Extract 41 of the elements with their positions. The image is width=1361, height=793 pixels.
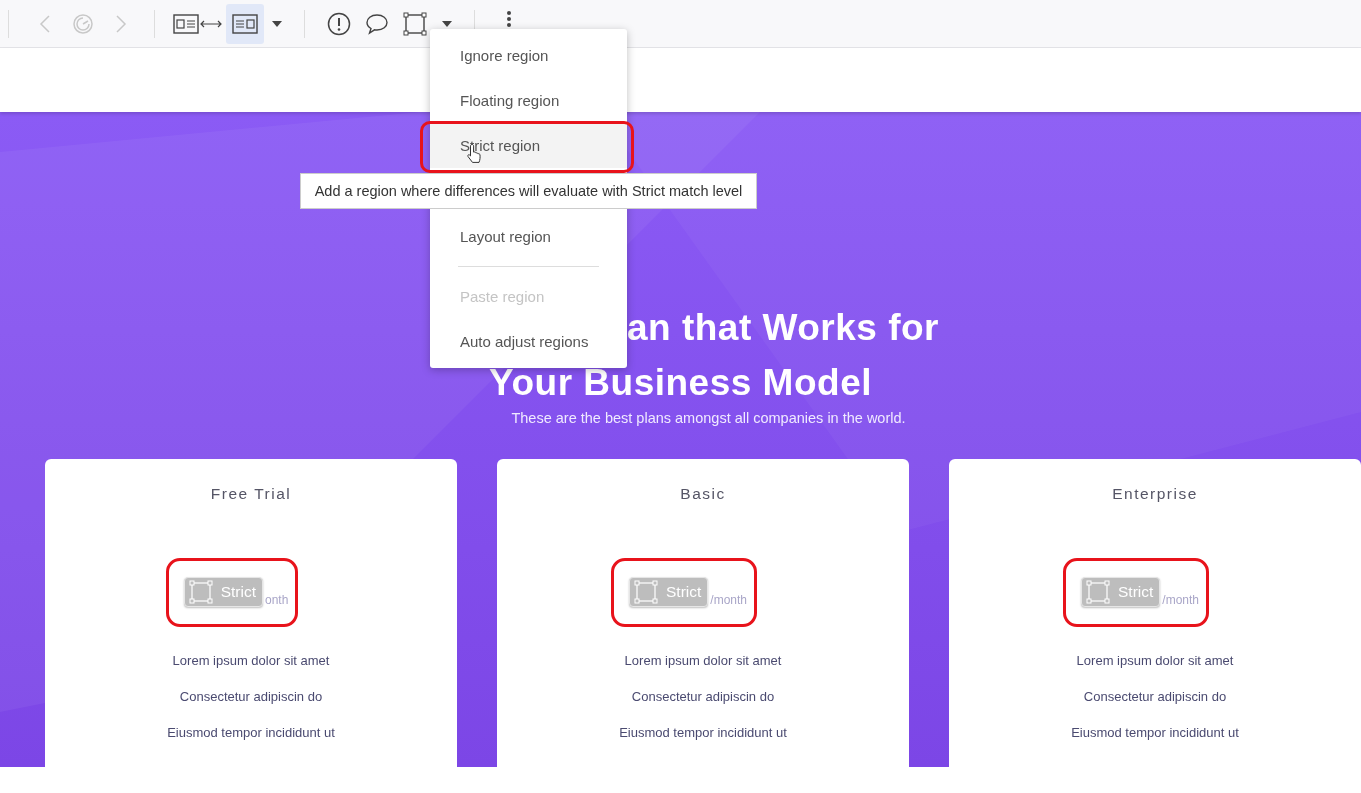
refresh-icon [72, 12, 94, 35]
tooltip: Add a region where differences will evaluate with Strict match level [300, 173, 757, 209]
price-period: /month [710, 593, 747, 607]
plan-feature: Lorem ipsum dolor sit amet [1076, 653, 1234, 668]
price-period: onth [264, 593, 289, 607]
plan-name: Enterprise [1112, 485, 1198, 503]
region-square-icon [1086, 580, 1110, 604]
plan-name: Basic [680, 485, 726, 503]
region-square-icon [188, 580, 213, 604]
hero-subtitle: These are the best plans amongst all companies in the world. [510, 410, 907, 426]
headline-text: an that Works for [626, 306, 940, 350]
more-icon [507, 10, 511, 27]
exclamation-circle-icon [327, 11, 351, 36]
panel-layout-icon [232, 13, 258, 34]
plan-feature: Consectetur adipiscin do [631, 689, 775, 704]
speech-bubble-icon [365, 12, 389, 35]
badge-label: Strict [1118, 583, 1154, 601]
plan-feature: Lorem ipsum dolor sit amet [624, 653, 782, 668]
plan-feature: Eiusmod tempor incididunt ut [167, 725, 335, 740]
menu-item[interactable]: Layout region [430, 214, 627, 259]
back-chevron-icon [39, 13, 51, 34]
plan-feature: Eiusmod tempor incididunt ut [1071, 725, 1239, 740]
headline-text: Your Business Model [489, 361, 872, 405]
badge-label: Strict [666, 583, 702, 601]
caret-icon [442, 20, 452, 27]
menu-item[interactable]: Floating region [430, 78, 627, 123]
compare-panels-icon [173, 13, 223, 34]
plan-name: Free Trial [210, 485, 292, 503]
region-square-icon [403, 11, 427, 36]
panel-layout-button[interactable] [226, 3, 264, 44]
menu-item[interactable]: Auto adjust regions [430, 319, 627, 364]
region-square-icon [634, 580, 658, 604]
plan-feature: Lorem ipsum dolor sit amet [172, 653, 330, 668]
plan-feature: Consectetur adipiscin do [1083, 689, 1227, 704]
plan-feature: Eiusmod tempor incididunt ut [619, 725, 787, 740]
badge-label: Strict [220, 583, 256, 601]
menu-item[interactable]: Ignore region [430, 33, 627, 78]
forward-chevron-icon [115, 13, 127, 34]
price-period: /month [1162, 593, 1199, 607]
caret-icon [272, 20, 282, 27]
plan-feature: Consectetur adipiscin do [179, 689, 323, 704]
